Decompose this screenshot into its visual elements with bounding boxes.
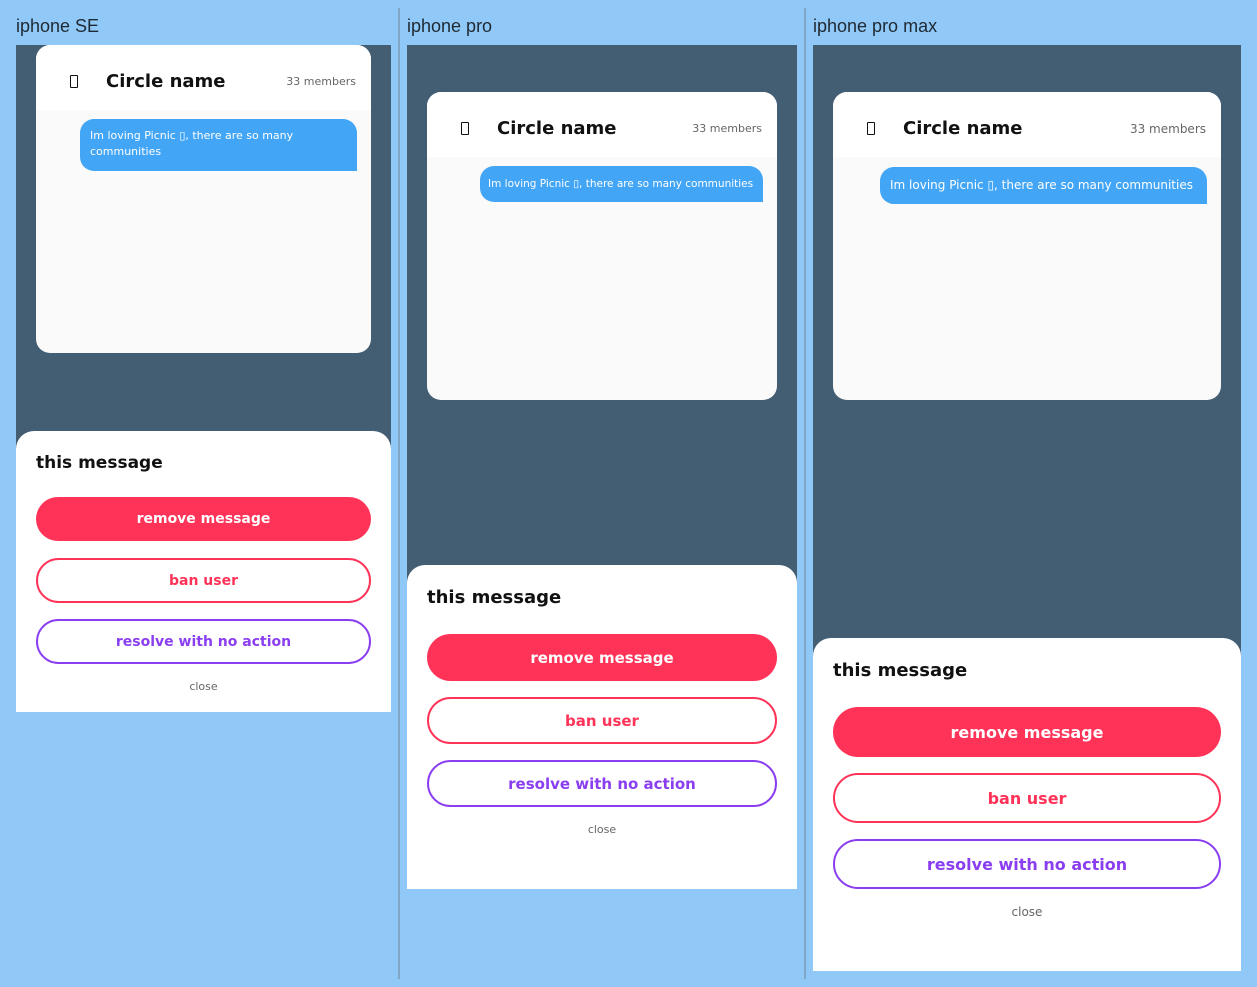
circle-avatar-icon: [70, 75, 78, 88]
ban-user-button[interactable]: ban user: [36, 558, 371, 603]
sheet-title: this message: [36, 453, 163, 473]
column-divider: [398, 8, 400, 979]
moderation-sheet: this message remove message ban user res…: [813, 638, 1241, 971]
ban-user-button[interactable]: ban user: [427, 697, 777, 744]
chat-header: Circle name 33 members: [36, 45, 371, 110]
resolve-no-action-button[interactable]: resolve with no action: [427, 760, 777, 807]
circle-avatar-icon: [461, 122, 469, 135]
close-link[interactable]: close: [813, 905, 1241, 919]
member-count: 33 members: [692, 122, 762, 135]
sheet-title: this message: [833, 660, 968, 681]
close-link[interactable]: close: [407, 823, 797, 836]
member-count: 33 members: [1129, 122, 1206, 136]
remove-message-button[interactable]: remove message: [833, 707, 1221, 757]
chat-header: Circle name 33 members: [833, 92, 1221, 157]
message-bubble[interactable]: Im loving Picnic ▯, there are so many co…: [480, 166, 763, 202]
moderation-sheet: this message remove message ban user res…: [16, 431, 391, 712]
column-divider: [804, 8, 806, 979]
resolve-no-action-button[interactable]: resolve with no action: [833, 839, 1221, 889]
close-link[interactable]: close: [16, 680, 391, 693]
resolve-no-action-button[interactable]: resolve with no action: [36, 619, 371, 664]
device-screen-pro: Circle name 33 members Im loving Picnic …: [407, 45, 797, 889]
remove-message-button[interactable]: remove message: [427, 634, 777, 681]
sheet-title: this message: [427, 587, 562, 608]
chat-card: Circle name 33 members Im loving Picnic …: [833, 92, 1221, 400]
device-label: iphone pro max: [813, 16, 938, 36]
message-bubble[interactable]: Im loving Picnic ▯, there are so many co…: [80, 119, 357, 171]
circle-name: Circle name: [106, 71, 226, 92]
member-count: 33 members: [286, 75, 356, 88]
remove-message-button[interactable]: remove message: [36, 497, 371, 541]
circle-name: Circle name: [497, 118, 617, 139]
ban-user-button[interactable]: ban user: [833, 773, 1221, 823]
moderation-sheet: this message remove message ban user res…: [407, 565, 797, 889]
circle-avatar-icon: [867, 122, 875, 135]
chat-card: Circle name 33 members Im loving Picnic …: [36, 45, 371, 353]
message-bubble[interactable]: Im loving Picnic ▯, there are so many co…: [880, 167, 1207, 204]
device-label: iphone SE: [16, 16, 100, 36]
device-screen-se: Circle name 33 members Im loving Picnic …: [16, 45, 391, 712]
chat-card: Circle name 33 members Im loving Picnic …: [427, 92, 777, 400]
device-screen-pro-max: Circle name 33 members Im loving Picnic …: [813, 45, 1241, 971]
device-label: iphone pro: [407, 16, 493, 36]
chat-header: Circle name 33 members: [427, 92, 777, 157]
circle-name: Circle name: [903, 118, 1023, 139]
